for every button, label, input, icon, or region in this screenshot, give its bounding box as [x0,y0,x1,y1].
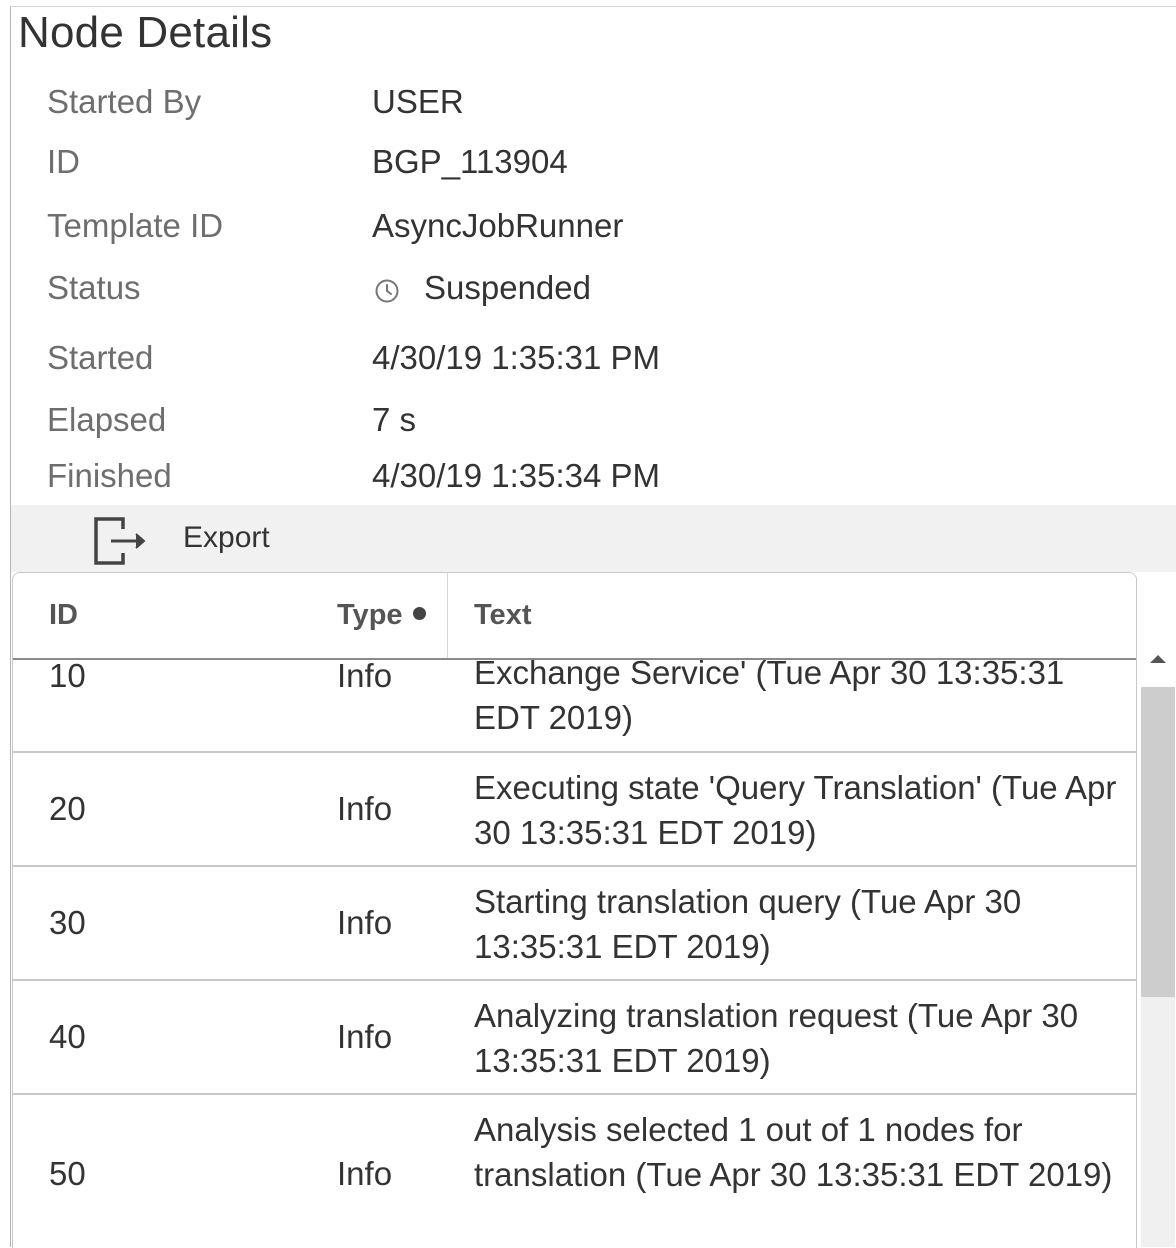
row-id: 40 [49,1018,86,1055]
template-id-label: Template ID [47,207,224,244]
column-header-id[interactable]: ID [49,599,78,632]
column-header-text[interactable]: Text [474,599,531,632]
row-type: Info [337,904,393,941]
started-label: Started [47,339,154,376]
row-id: 50 [49,1155,86,1192]
finished-value: 4/30/19 1:35:34 PM [372,457,661,494]
table-header: ID Type Text [13,573,1136,660]
id-value: BGP_113904 [372,143,568,180]
table-scrollbar[interactable] [1138,655,1176,1247]
table-row[interactable]: 40 Info Analyzing translation request (T… [13,981,1136,1095]
row-text: Starting translation query (Tue Apr 30 1… [474,883,1022,965]
scroll-up-arrow-icon[interactable] [1150,655,1166,663]
table-row[interactable]: 50 Info Analysis selected 1 out of 1 nod… [13,1095,1136,1248]
row-text: Analysis selected 1 out of 1 nodes for t… [474,1111,1113,1193]
row-id: 30 [49,904,86,941]
elapsed-value: 7 s [372,401,417,438]
export-icon [94,517,146,565]
row-text: Analyzing translation request (Tue Apr 3… [474,997,1079,1079]
started-value: 4/30/19 1:35:31 PM [372,339,661,376]
started-by-label: Started By [47,83,202,120]
row-type: Info [337,1155,393,1192]
column-header-type-label: Type [337,599,403,631]
finished-label: Finished [47,457,172,494]
export-label: Export [183,521,270,554]
column-header-type[interactable]: Type [337,599,426,632]
row-text: Executing state 'Query Translation' (Tue… [474,769,1117,851]
elapsed-label: Elapsed [47,401,167,438]
column-divider [447,573,448,658]
row-id: 10 [49,657,86,694]
id-label: ID [47,143,80,180]
template-id-value: AsyncJobRunner [372,207,624,244]
clock-icon [375,279,399,303]
scroll-thumb[interactable] [1141,687,1175,997]
row-type: Info [337,790,393,827]
log-table: ID Type Text 10 Info Exchange Service' (… [12,572,1137,1248]
table-row[interactable]: 30 Info Starting translation query (Tue … [13,867,1136,981]
status-value: Suspended [424,269,591,306]
toolbar: Export [11,505,1176,572]
table-row[interactable]: 20 Info Executing state 'Query Translati… [13,753,1136,867]
row-type: Info [337,1018,393,1055]
status-label: Status [47,269,141,306]
row-text: Exchange Service' (Tue Apr 30 13:35:31 E… [474,654,1065,736]
row-type: Info [337,657,393,694]
started-by-value: USER [372,83,464,120]
row-id: 20 [49,790,86,827]
page-title: Node Details [18,8,273,57]
export-button[interactable]: Export [93,511,283,567]
sort-indicator-icon [412,606,426,620]
table-row[interactable]: 10 Info Exchange Service' (Tue Apr 30 13… [13,654,1136,753]
